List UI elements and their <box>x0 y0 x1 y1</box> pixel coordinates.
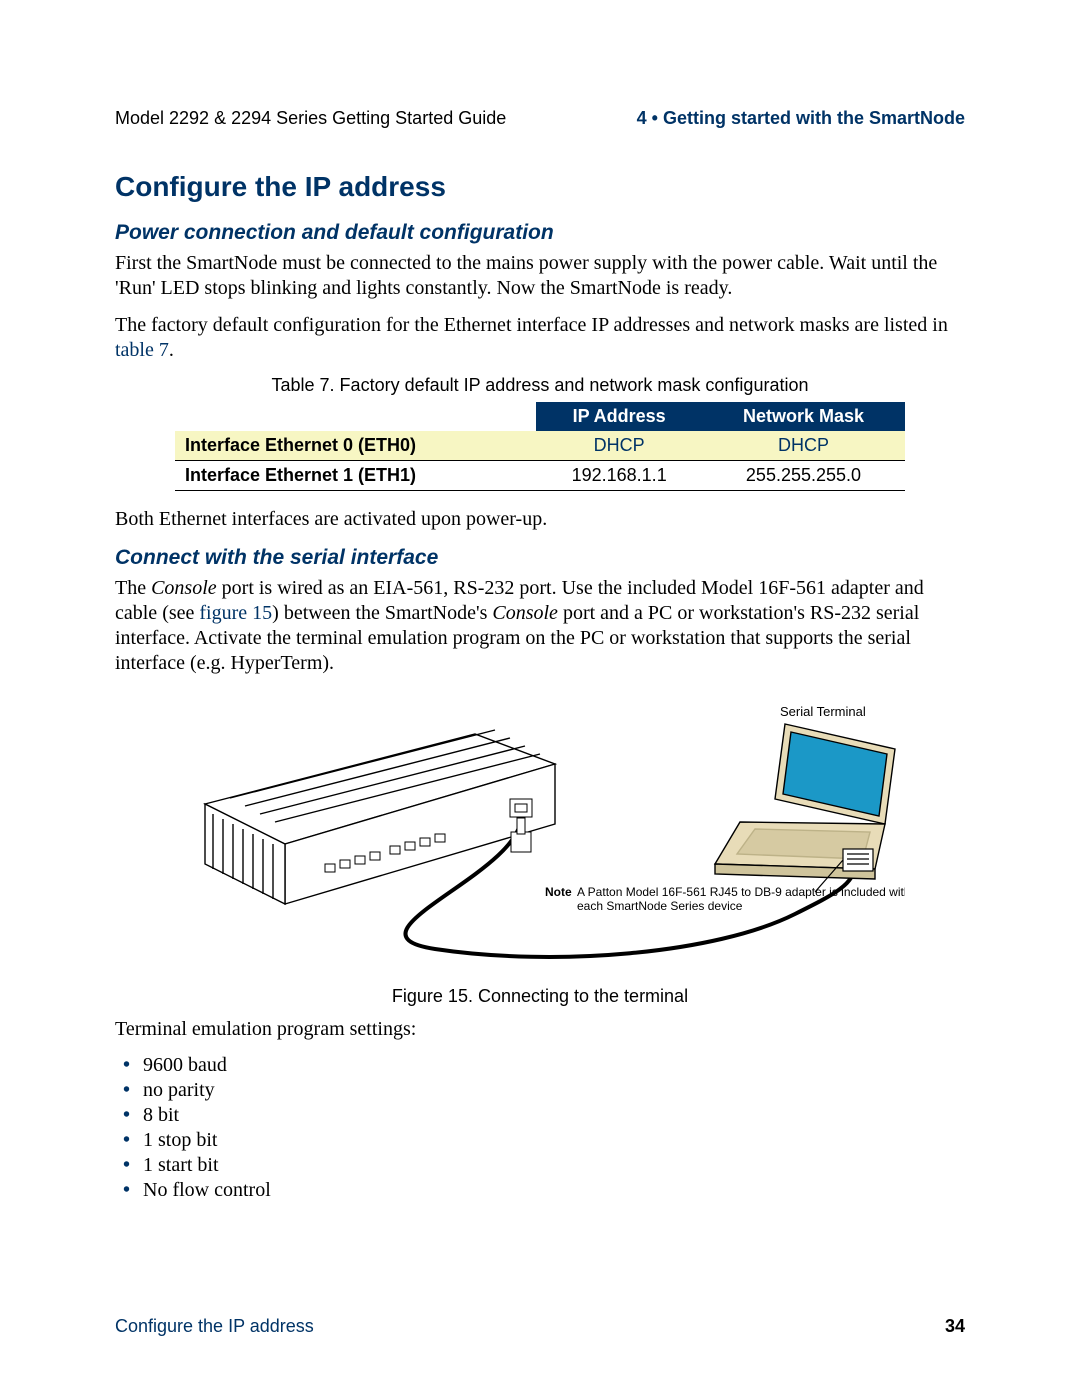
para-serial-d: ) between the SmartNode's <box>272 602 492 624</box>
list-item: No flow control <box>143 1179 965 1202</box>
figure-svg: Serial Terminal Note A Patton Model 16F-… <box>175 694 905 974</box>
figure-note-label: Note <box>545 885 572 899</box>
para-power-1: First the SmartNode must be connected to… <box>115 251 965 301</box>
table-row-label: Interface Ethernet 1 (ETH1) <box>175 461 536 491</box>
table-row-label: Interface Ethernet 0 (ETH0) <box>175 431 536 461</box>
section-title: Configure the IP address <box>115 171 965 203</box>
link-table-7[interactable]: table 7 <box>115 339 169 361</box>
page-footer: Configure the IP address 34 <box>115 1316 965 1337</box>
para-after-table: Both Ethernet interfaces are activated u… <box>115 507 965 532</box>
table-caption: Table 7. Factory default IP address and … <box>115 375 965 396</box>
list-item: 8 bit <box>143 1104 965 1127</box>
header-right: 4 • Getting started with the SmartNode <box>637 108 965 129</box>
para-power-2a: The factory default configuration for th… <box>115 314 948 336</box>
subsection-serial-heading: Connect with the serial interface <box>115 546 965 570</box>
table-header-ip: IP Address <box>536 402 702 431</box>
table-header-empty <box>175 402 536 431</box>
list-item: 1 stop bit <box>143 1129 965 1152</box>
figure-caption: Figure 15. Connecting to the terminal <box>175 986 905 1007</box>
para-power-2: The factory default configuration for th… <box>115 313 965 363</box>
table-cell-mask: 255.255.255.0 <box>702 461 905 491</box>
figure-15: Serial Terminal Note A Patton Model 16F-… <box>175 694 905 1007</box>
table-row: Interface Ethernet 1 (ETH1) 192.168.1.1 … <box>175 461 905 491</box>
serial-terminal-label: Serial Terminal <box>780 704 866 719</box>
ip-config-table: IP Address Network Mask Interface Ethern… <box>175 402 905 491</box>
list-item: 1 start bit <box>143 1154 965 1177</box>
list-item: 9600 baud <box>143 1054 965 1077</box>
table-header-mask: Network Mask <box>702 402 905 431</box>
settings-intro: Terminal emulation program settings: <box>115 1017 965 1042</box>
figure-note-line1: A Patton Model 16F-561 RJ45 to DB-9 adap… <box>577 885 905 899</box>
table-row: Interface Ethernet 0 (ETH0) DHCP DHCP <box>175 431 905 461</box>
para-serial: The Console port is wired as an EIA-561,… <box>115 576 965 676</box>
page-header: Model 2292 & 2294 Series Getting Started… <box>115 108 965 129</box>
settings-list: 9600 baud no parity 8 bit 1 stop bit 1 s… <box>115 1054 965 1202</box>
smartnode-device-icon <box>205 730 555 904</box>
table-cell-ip: 192.168.1.1 <box>536 461 702 491</box>
table-cell-ip: DHCP <box>536 431 702 461</box>
list-item: no parity <box>143 1079 965 1102</box>
page: Model 2292 & 2294 Series Getting Started… <box>0 0 1080 1397</box>
footer-left: Configure the IP address <box>115 1316 314 1337</box>
para-serial-a: The <box>115 577 151 599</box>
header-left: Model 2292 & 2294 Series Getting Started… <box>115 108 506 129</box>
table-cell-mask: DHCP <box>702 431 905 461</box>
footer-page-number: 34 <box>945 1316 965 1337</box>
para-serial-b: Console <box>151 577 217 599</box>
subsection-power-heading: Power connection and default configurati… <box>115 221 965 245</box>
figure-note-line2: each SmartNode Series device <box>577 899 743 913</box>
para-power-2b: . <box>169 339 174 361</box>
para-serial-e: Console <box>492 602 558 624</box>
link-figure-15[interactable]: figure 15 <box>199 602 272 624</box>
